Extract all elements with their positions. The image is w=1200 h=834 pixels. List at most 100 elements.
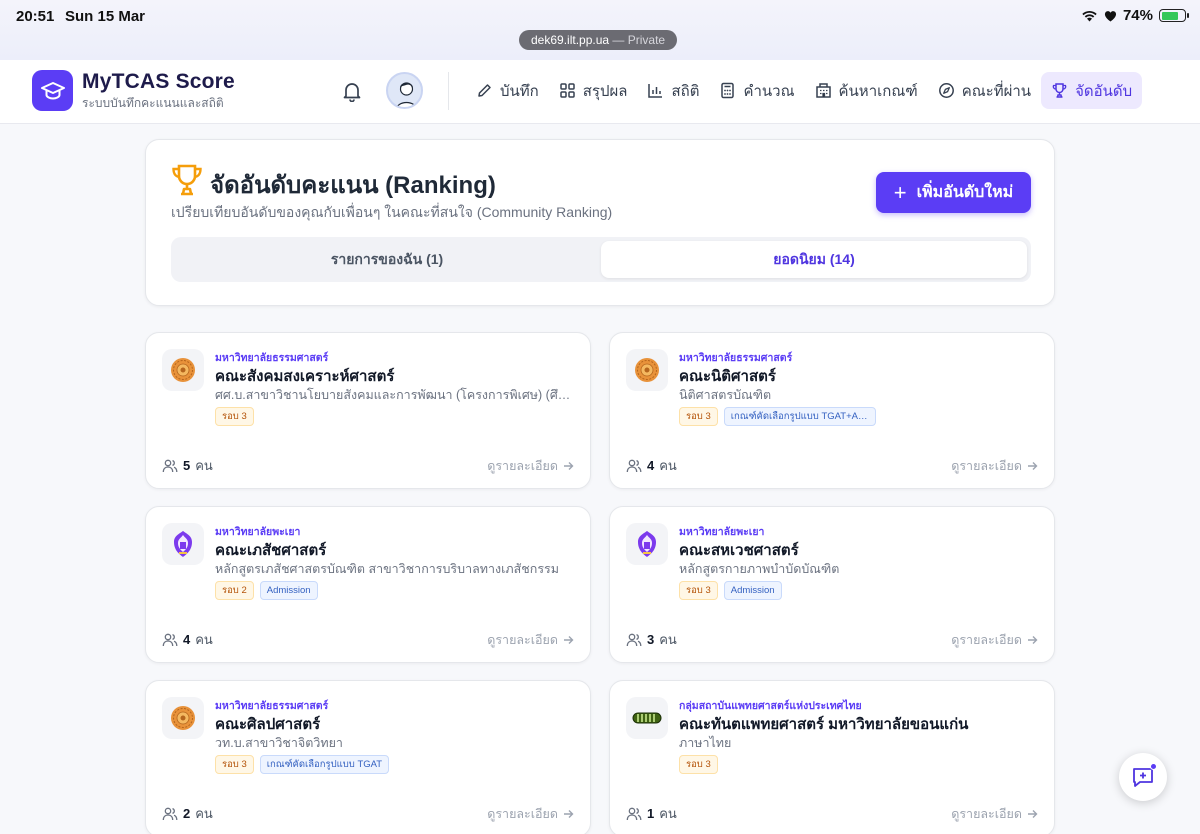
round-tag: รอบ 3 [679,407,718,426]
brand-tagline: ระบบบันทึกคะแนนและสถิติ [82,96,224,110]
faculty-card[interactable]: มหาวิทยาลัยธรรมศาสตร์ คณะสังคมสงเคราะห์ศ… [145,332,591,489]
view-details-label: ดูรายละเอียด [951,807,1022,821]
users-icon [626,807,642,820]
nav-record[interactable]: บันทึก [466,72,549,109]
view-details-link[interactable]: ดูรายละเอียด [487,804,574,824]
member-count-value: 4 [647,458,655,473]
member-count-value: 2 [183,806,191,821]
tag-list: รอบ 3 เกณฑ์คัดเลือกรูปแบบ TGAT [215,755,390,774]
view-details-link[interactable]: ดูรายละเอียด [951,456,1038,476]
arrow-right-icon [564,810,574,818]
wifi-icon [1082,10,1097,22]
main-nav: บันทึก สรุปผล สถิติ คำนวณ ค้นหาเกณฑ์ คณะ… [466,72,1143,109]
criteria-tag: Admission [723,581,782,600]
nav-passed-faculties-label: คณะที่ผ่าน [961,82,1032,100]
bell-icon[interactable] [341,80,363,102]
member-count: 3 คน [626,629,677,650]
member-count-unit: คน [195,806,213,821]
round-tag: รอบ 3 [679,755,718,774]
program-name: ภาษาไทย [679,736,732,750]
brand-name[interactable]: MyTCAS Score [82,70,235,94]
tag-list: รอบ 3 Admission [679,581,782,600]
nav-summary[interactable]: สรุปผล [549,72,638,109]
nav-stats[interactable]: สถิติ [637,72,709,109]
view-details-label: ดูรายละเอียด [951,459,1022,473]
program-name: หลักสูตรเภสัชศาสตรบัณฑิต สาขาวิชาการบริบ… [215,562,559,576]
view-details-link[interactable]: ดูรายละเอียด [487,630,574,650]
add-ranking-button[interactable]: + เพิ่มอันดับใหม่ [876,172,1031,213]
member-count-value: 1 [647,806,655,821]
arrow-right-icon [1028,462,1038,470]
feedback-button[interactable] [1119,753,1167,801]
nav-record-label: บันทึก [500,82,539,100]
university-logo [162,349,204,391]
faculty-card[interactable]: มหาวิทยาลัยพะเยา คณะเภสัชศาสตร์ หลักสูตร… [145,506,591,663]
status-indicators: 74% [1081,7,1189,24]
status-date: Sun 15 Mar [65,8,146,25]
arrow-right-icon [564,462,574,470]
program-name: หลักสูตรกายภาพบำบัดบัณฑิต [679,562,840,576]
arrow-right-icon [1028,636,1038,644]
member-count-unit: คน [659,632,677,647]
page-subtitle: เปรียบเทียบอันดับของคุณกับเพื่อนๆ ในคณะท… [171,204,613,220]
nav-calculate-label: คำนวณ [743,82,795,100]
building-icon [815,83,831,98]
users-icon [162,459,178,472]
university-logo [626,697,668,739]
member-count-value: 4 [183,632,191,647]
university-logo [162,523,204,565]
faculty-card[interactable]: มหาวิทยาลัยธรรมศาสตร์ คณะศิลปศาสตร์ วท.บ… [145,680,591,834]
url-bar[interactable]: dek69.ilt.pp.ua — Private [519,30,678,50]
university-logo [162,697,204,739]
view-details-label: ดูรายละเอียด [487,807,558,821]
round-tag: รอบ 3 [215,755,254,774]
tu-logo [171,706,195,730]
member-count-unit: คน [195,632,213,647]
view-details-link[interactable]: ดูรายละเอียด [951,630,1038,650]
faculty-card[interactable]: มหาวิทยาลัยธรรมศาสตร์ คณะนิติศาสตร์ นิติ… [609,332,1055,489]
graduation-cap-icon[interactable] [32,70,73,111]
member-count-value: 5 [183,458,191,473]
tab-my-list[interactable]: รายการของฉัน (1) [175,241,599,278]
tab-popular[interactable]: ยอดนิยม (14) [601,241,1027,278]
users-icon [162,633,178,646]
view-details-link[interactable]: ดูรายละเอียด [487,456,574,476]
app-header: MyTCAS Score ระบบบันทึกคะแนนและสถิติ บัน… [0,60,1200,124]
header-divider [448,72,449,110]
university-logo [626,523,668,565]
program-name: วท.บ.สาขาวิชาจิตวิทยา [215,736,343,750]
heart-icon [1104,10,1117,21]
nav-calculate[interactable]: คำนวณ [709,72,804,109]
tag-list: รอบ 3 เกณฑ์คัดเลือกรูปแบบ TGAT+A-le... [679,407,876,426]
battery-percent: 74% [1122,7,1153,24]
nav-passed-faculties[interactable]: คณะที่ผ่าน [928,72,1041,109]
round-tag: รอบ 2 [215,581,254,600]
bar-chart-icon [648,84,663,98]
compass-icon [938,83,954,98]
tag-list: รอบ 3 [215,407,254,426]
arrow-right-icon [564,636,574,644]
nav-search-criteria[interactable]: ค้นหาเกณฑ์ [805,72,928,109]
university-logo [626,349,668,391]
member-count: 5 คน [162,455,213,476]
nav-ranking[interactable]: จัดอันดับ [1041,72,1143,109]
cotmes-logo [632,712,662,724]
nav-ranking-label: จัดอันดับ [1075,82,1133,100]
program-name: ศศ.บ.สาขาวิชานโยบายสังคมและการพัฒนา (โคร… [215,388,575,402]
tag-list: รอบ 2 Admission [215,581,318,600]
round-tag: รอบ 3 [215,407,254,426]
up-logo [174,531,192,557]
grid-icon [560,83,575,98]
users-icon [626,633,642,646]
faculty-card[interactable]: มหาวิทยาลัยพะเยา คณะสหเวชศาสตร์ หลักสูตร… [609,506,1055,663]
nav-stats-label: สถิติ [671,82,700,100]
faculty-card[interactable]: กลุ่มสถาบันแพทยศาสตร์แห่งประเทศไทย คณะทั… [609,680,1055,834]
member-count: 4 คน [162,629,213,650]
avatar[interactable] [386,72,423,109]
criteria-tag: เกณฑ์คัดเลือกรูปแบบ TGAT+A-le... [723,407,876,426]
ranking-tabs: รายการของฉัน (1) ยอดนิยม (14) [171,237,1031,282]
view-details-link[interactable]: ดูรายละเอียด [951,804,1038,824]
url-text: dek69.ilt.pp.ua [531,33,610,47]
arrow-right-icon [1028,810,1038,818]
nav-summary-label: สรุปผล [582,82,628,100]
